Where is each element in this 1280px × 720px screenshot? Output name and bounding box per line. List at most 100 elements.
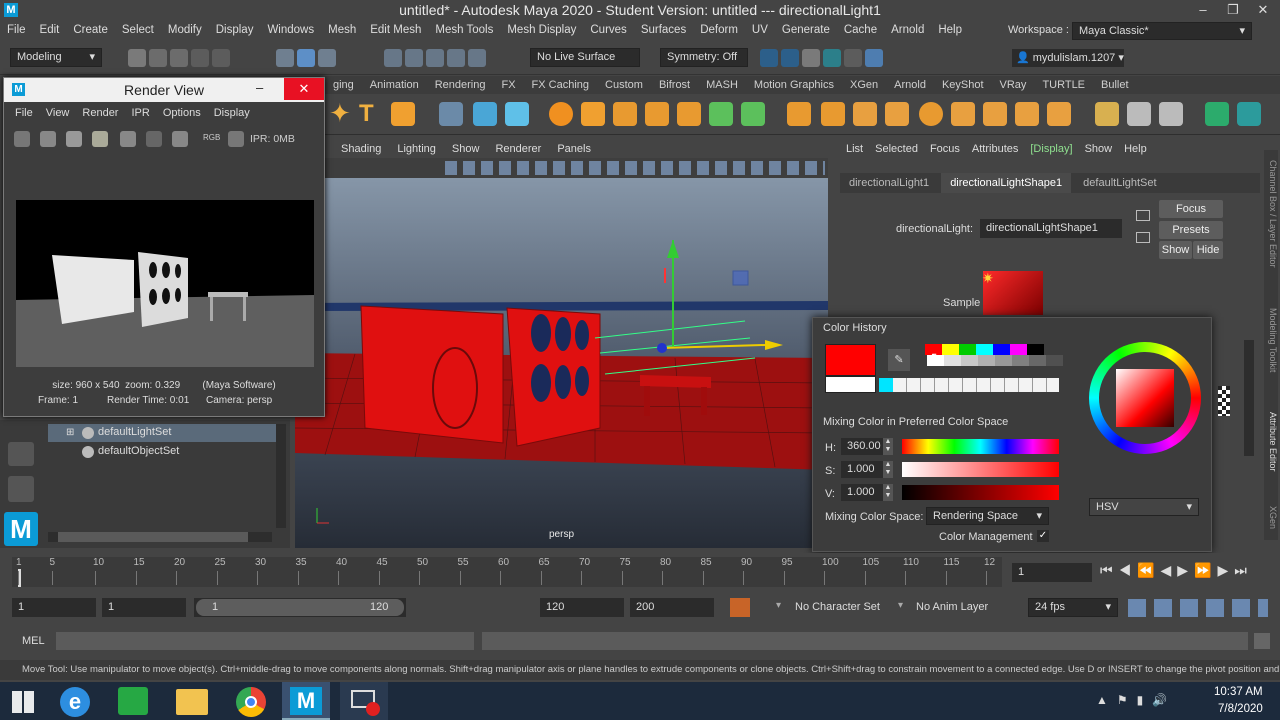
viewport-toolbar-icons[interactable]: [445, 161, 825, 175]
bridge-icon[interactable]: [709, 102, 733, 126]
show-button[interactable]: Show: [1159, 241, 1192, 259]
live-surface-field[interactable]: No Live Surface: [530, 48, 640, 67]
combine-icon[interactable]: [549, 102, 573, 126]
shelf-tab-vray[interactable]: VRay: [992, 76, 1035, 94]
end-time-field[interactable]: 200: [630, 598, 714, 617]
star-icon[interactable]: ✦: [329, 100, 353, 126]
tab-directionalLightShape1[interactable]: directionalLightShape1: [941, 173, 1072, 193]
cube-icon[interactable]: [853, 102, 877, 126]
shelf-tab-fx-caching[interactable]: FX Caching: [524, 76, 597, 94]
playback-end-field[interactable]: 120: [540, 598, 624, 617]
arnold-render-icon[interactable]: [865, 49, 884, 67]
minimize-button[interactable]: –: [256, 80, 263, 95]
menu-file[interactable]: File: [0, 20, 33, 40]
v-input[interactable]: 1.000: [841, 484, 883, 501]
ae-menu-list[interactable]: List: [840, 140, 869, 158]
shelf-tab-bullet[interactable]: Bullet: [1093, 76, 1137, 94]
history-swatch[interactable]: [961, 355, 978, 366]
h-slider[interactable]: [902, 439, 1059, 454]
history-swatch[interactable]: [993, 344, 1010, 355]
anim-layer-label[interactable]: No Anim Layer: [916, 601, 988, 613]
menu-arnold[interactable]: Arnold: [884, 20, 931, 40]
uv-layout-icon[interactable]: [1237, 102, 1261, 126]
side-tab-xgen[interactable]: XGen: [1264, 506, 1278, 540]
boolean-icon[interactable]: [741, 102, 765, 126]
menu-cache[interactable]: Cache: [837, 20, 884, 40]
eyedropper-icon[interactable]: ✎: [888, 349, 910, 371]
mixing-space-dropdown[interactable]: Rendering Space ▾: [926, 507, 1049, 525]
snap-curve-icon[interactable]: [405, 49, 424, 67]
hypershade-icon[interactable]: [823, 49, 842, 67]
side-tab-channel-box[interactable]: Channel Box / Layer Editor: [1264, 160, 1278, 310]
particles-icon[interactable]: [505, 102, 529, 126]
save-scene-icon[interactable]: [170, 49, 189, 67]
empty-history-slots[interactable]: [879, 378, 1059, 392]
file-explorer-icon[interactable]: [176, 689, 208, 715]
render-settings-icon[interactable]: [802, 49, 821, 67]
extract-icon[interactable]: [613, 102, 637, 126]
store-icon[interactable]: [118, 687, 148, 715]
ae-menu-show[interactable]: Show: [1079, 140, 1119, 158]
plane-icon[interactable]: [951, 102, 975, 126]
x-axis-arrow[interactable]: [765, 340, 783, 350]
horizontal-scrollbar[interactable]: [48, 532, 272, 542]
menu-mesh-tools[interactable]: Mesh Tools: [428, 20, 500, 40]
maya-taskbar-icon[interactable]: M: [282, 682, 330, 720]
insert-loop-icon[interactable]: [1047, 102, 1071, 126]
select-object-icon[interactable]: [297, 49, 316, 67]
node-name-field[interactable]: directionalLightShape1: [980, 219, 1122, 238]
menu-uv[interactable]: UV: [745, 20, 775, 40]
h-input[interactable]: 360.00: [841, 438, 883, 455]
list-item-selected[interactable]: ⊞ defaultLightSet: [48, 424, 276, 442]
cylinder-icon[interactable]: [885, 102, 909, 126]
shelf-tab-mash[interactable]: MASH: [698, 76, 746, 94]
v-slider[interactable]: [902, 485, 1059, 500]
range-bar[interactable]: 1 120: [194, 598, 406, 617]
internet-explorer-icon[interactable]: e: [60, 687, 90, 717]
history-swatch[interactable]: [942, 344, 959, 355]
render-menu-options[interactable]: Options: [158, 107, 209, 119]
s-input[interactable]: 1.000: [841, 461, 883, 478]
vertical-scrollbar[interactable]: [276, 424, 286, 528]
shelf-tab-ging[interactable]: ging: [325, 76, 362, 94]
redo-render-icon[interactable]: [40, 131, 56, 147]
quad-draw-icon[interactable]: [1127, 102, 1151, 126]
menu-curves[interactable]: Curves: [583, 20, 633, 40]
start-button-icon[interactable]: [12, 691, 34, 713]
render-icon[interactable]: [14, 131, 30, 147]
history-swatch[interactable]: [1010, 344, 1027, 355]
undo-icon[interactable]: [191, 49, 210, 67]
saturation-value-square[interactable]: [1116, 369, 1174, 427]
playback-start-field[interactable]: 1: [102, 598, 186, 617]
list-item[interactable]: defaultObjectSet: [48, 443, 276, 461]
fps-dropdown[interactable]: 24 fps ▾: [1028, 598, 1118, 617]
menu-mesh[interactable]: Mesh: [321, 20, 363, 40]
alpha-channel-icon[interactable]: [228, 131, 244, 147]
clock-time[interactable]: 10:37 AM: [1214, 686, 1263, 698]
history-swatch[interactable]: [1012, 355, 1029, 366]
snap-view-icon[interactable]: [468, 49, 487, 67]
node-goto-icon[interactable]: [1136, 210, 1150, 221]
menu-help[interactable]: Help: [931, 20, 969, 40]
shelf-tab-custom[interactable]: Custom: [597, 76, 651, 94]
menu-edit-mesh[interactable]: Edit Mesh: [363, 20, 428, 40]
multicut-icon[interactable]: [983, 102, 1007, 126]
menu-modify[interactable]: Modify: [161, 20, 209, 40]
maximize-button[interactable]: ❐: [1218, 0, 1248, 20]
close-button[interactable]: ✕: [1248, 0, 1278, 20]
fx-icon[interactable]: [473, 102, 497, 126]
v-stepper[interactable]: ▲ ▼: [883, 484, 893, 501]
h-stepper[interactable]: ▲ ▼: [883, 438, 893, 455]
start-time-field[interactable]: 1: [12, 598, 96, 617]
viewport-menu-show[interactable]: Show: [444, 140, 488, 158]
ae-menu-help[interactable]: Help: [1118, 140, 1153, 158]
pencil-icon[interactable]: [1095, 102, 1119, 126]
playback-controls[interactable]: ⏮◀⏪◀▶⏩▶⏭: [1100, 562, 1253, 579]
select-hierarchy-icon[interactable]: [276, 49, 294, 67]
menu-mesh-display[interactable]: Mesh Display: [500, 20, 583, 40]
auto-key-icon[interactable]: [730, 598, 750, 617]
menu-generate[interactable]: Generate: [775, 20, 837, 40]
ae-menu-focus[interactable]: Focus: [924, 140, 966, 158]
refresh-icon[interactable]: [146, 131, 162, 147]
history-swatch-cyan[interactable]: [879, 378, 893, 392]
